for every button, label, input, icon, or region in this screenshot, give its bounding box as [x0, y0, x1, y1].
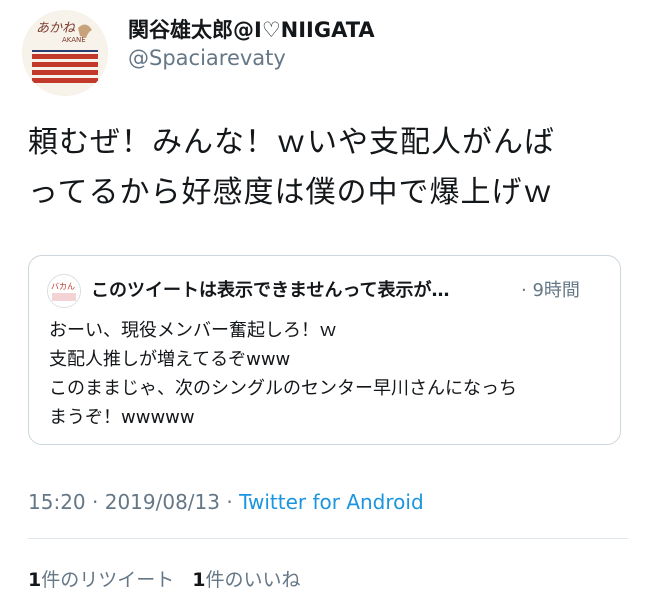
- meta-separator: ·: [85, 490, 105, 514]
- tweet-stats: 1件のリツイート 1件のいいね: [28, 565, 301, 592]
- quoted-text-line: まうぞ！wwwww: [49, 407, 195, 428]
- like-stat[interactable]: 1件のいいね: [192, 569, 300, 591]
- svg-text:あかね: あかね: [36, 21, 76, 36]
- quoted-tweet[interactable]: バカん このツイートは表示できませんって表示が… · 9時間 おーい、現役メンバ…: [28, 255, 621, 445]
- like-count: 1: [192, 569, 206, 591]
- tweet-text-line: 頼むぜ！みんな！ｗいや支配人がんば: [28, 125, 555, 160]
- tweet-source-link[interactable]: Twitter for Android: [239, 490, 424, 514]
- svg-text:AKANE: AKANE: [62, 36, 86, 44]
- meta-separator: ·: [220, 490, 240, 514]
- quoted-text-line: おーい、現役メンバー奮起しろ！ｗ: [49, 320, 337, 341]
- avatar-logo-icon: あかね AKANE: [22, 10, 108, 96]
- retweet-count: 1: [28, 569, 42, 591]
- tweet-meta: 15:20 · 2019/08/13 · Twitter for Android: [28, 490, 424, 514]
- quoted-text-line: このままじゃ、次のシングルのセンター早川さんになっち: [49, 378, 517, 399]
- author-avatar[interactable]: あかね AKANE: [22, 10, 108, 96]
- tweet-text: 頼むぜ！みんな！ｗいや支配人がんば ってるから好感度は僕の中で爆上げｗ: [28, 118, 628, 218]
- author-display-name[interactable]: 関谷雄太郎@I♡NIIGATA: [128, 14, 375, 44]
- quoted-text-line: 支配人推しが増えてるぞwww: [49, 349, 291, 370]
- retweet-label: 件のリツイート: [41, 569, 175, 591]
- author-handle[interactable]: @Spaciarevaty: [128, 46, 286, 70]
- tweet-card: あかね AKANE 関谷雄太郎@I♡NIIGATA @Spaciarevaty …: [0, 0, 650, 608]
- quoted-avatar-icon: バカん: [48, 275, 80, 307]
- tweet-text-line: ってるから好感度は僕の中で爆上げｗ: [28, 175, 554, 210]
- quoted-avatar: バカん: [47, 274, 81, 308]
- quoted-author-name: このツイートは表示できませんって表示が…: [91, 280, 450, 301]
- svg-text:バカん: バカん: [51, 282, 75, 291]
- divider: [28, 538, 628, 539]
- quoted-text: おーい、現役メンバー奮起しろ！ｗ 支配人推しが増えてるぞwww このままじゃ、次…: [49, 316, 609, 432]
- like-label: 件のいいね: [205, 569, 301, 591]
- quoted-timestamp: · 9時間: [521, 280, 580, 301]
- retweet-stat[interactable]: 1件のリツイート: [28, 569, 174, 591]
- tweet-date: 2019/08/13: [104, 490, 220, 514]
- tweet-time: 15:20: [28, 490, 86, 514]
